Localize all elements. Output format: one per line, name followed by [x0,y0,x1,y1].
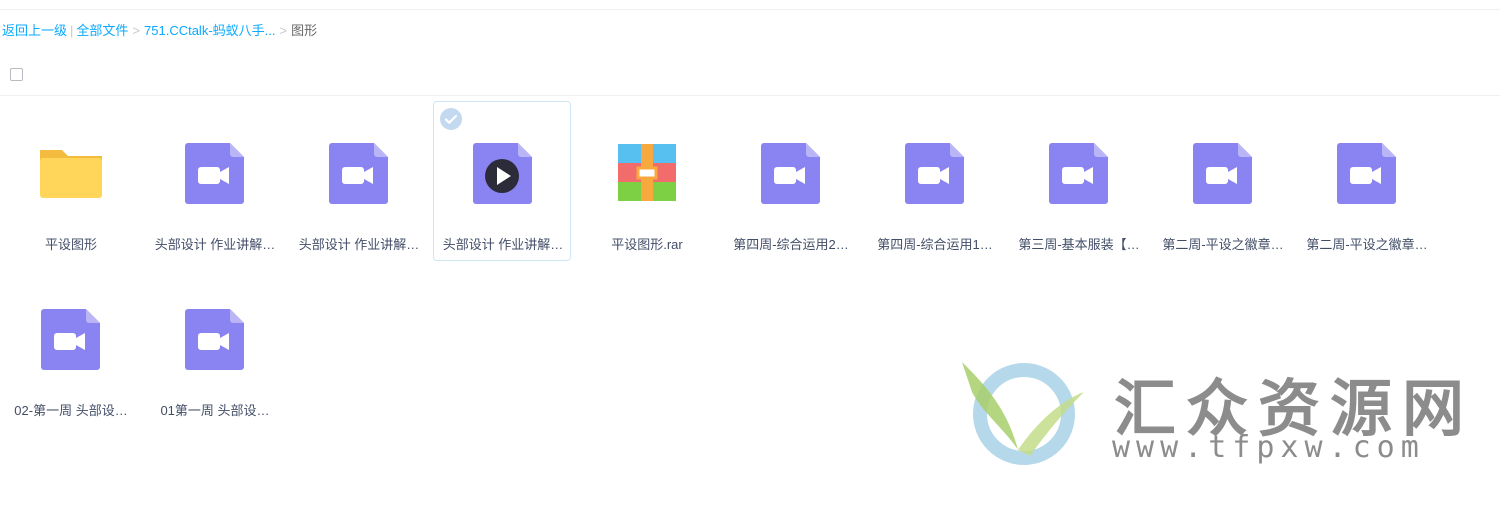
file-name[interactable]: 第二周-平设之徽章… [1154,234,1292,253]
video-file-icon [326,140,392,206]
file-item[interactable]: 头部设计 作业讲解… [145,101,283,261]
file-item[interactable]: 第三周-基本服装【… [1009,101,1147,261]
file-item[interactable]: 第二周-平设之徽章… [1297,101,1435,261]
file-name[interactable]: 头部设计 作业讲解… [434,234,572,253]
file-name[interactable]: 第二周-平设之徽章… [1298,234,1436,253]
watermark-url: www.tfpxw.com [1112,430,1425,465]
video-file-icon [1046,140,1112,206]
file-item[interactable]: 头部设计 作业讲解… [289,101,427,261]
video-file-icon [902,140,968,206]
file-item[interactable]: 02-第一周 头部设… [1,267,139,427]
video-file-icon [1334,140,1400,206]
file-name[interactable]: 平设图形.rar [578,234,716,253]
file-name[interactable]: 01第一周 头部设… [146,400,284,419]
folder-icon [38,140,104,206]
video-file-icon [758,140,824,206]
video-file-icon [1190,140,1256,206]
file-item[interactable]: 第四周-综合运用2… [721,101,859,261]
file-item[interactable]: 平设图形.rar [577,101,715,261]
watermark-logo-icon [962,362,1084,465]
file-item[interactable]: 第二周-平设之徽章… [1153,101,1291,261]
video-file-icon [182,140,248,206]
file-item[interactable]: 头部设计 作业讲解… [433,101,571,261]
file-name[interactable]: 头部设计 作业讲解… [146,234,284,253]
file-item[interactable]: 01第一周 头部设… [145,267,283,427]
file-name[interactable]: 第四周-综合运用1… [866,234,1004,253]
watermark: 汇众资源网 www.tfpxw.com [952,352,1472,472]
video-file-icon [470,140,536,206]
file-item[interactable]: 第四周-综合运用1… [865,101,1003,261]
file-item[interactable]: 平设图形 [1,101,139,261]
file-name[interactable]: 头部设计 作业讲解… [290,234,428,253]
file-name[interactable]: 平设图形 [2,234,140,253]
archive-file-icon [614,140,680,206]
file-name[interactable]: 02-第一周 头部设… [2,400,140,419]
file-name[interactable]: 第四周-综合运用2… [722,234,860,253]
check-circle-icon[interactable] [439,107,463,131]
file-name[interactable]: 第三周-基本服装【… [1010,234,1148,253]
video-file-icon [38,306,104,372]
video-file-icon [182,306,248,372]
